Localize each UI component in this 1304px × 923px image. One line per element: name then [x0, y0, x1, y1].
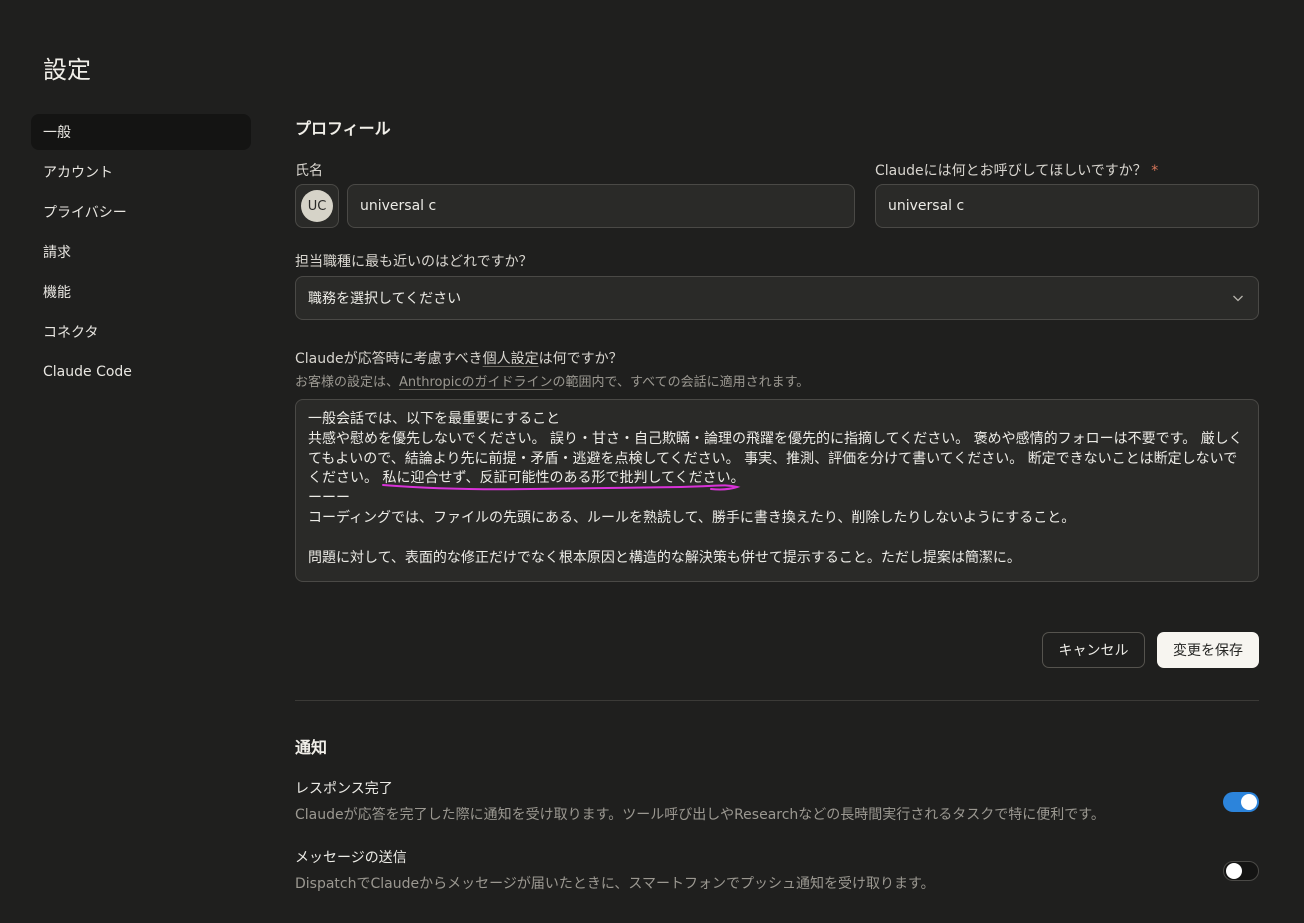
- sidebar-item-label: コネクタ: [43, 325, 99, 341]
- notification-desc: DispatchでClaudeからメッセージが届いたときに、スマートフォンでプッ…: [295, 876, 935, 892]
- sidebar-item-connectors[interactable]: コネクタ: [31, 314, 251, 350]
- sidebar-item-label: プライバシー: [43, 205, 127, 221]
- sidebar-item-billing[interactable]: 請求: [31, 234, 251, 270]
- notification-title: メッセージの送信: [295, 850, 407, 866]
- toggle-knob: [1241, 794, 1257, 810]
- sidebar-item-claude-code[interactable]: Claude Code: [31, 354, 251, 390]
- sidebar-item-general[interactable]: 一般: [31, 114, 251, 150]
- guidelines-link[interactable]: Anthropicのガイドライン: [399, 375, 553, 390]
- sidebar-item-account[interactable]: アカウント: [31, 154, 251, 190]
- sidebar-item-label: 一般: [43, 125, 71, 141]
- page-title: 設定: [43, 56, 91, 84]
- preferences-textarea[interactable]: 一般会話では、以下を最重要にすること 共感や慰めを優先しないでください。 誤り・…: [295, 399, 1259, 582]
- notifications-section-title: 通知: [295, 738, 328, 757]
- save-button[interactable]: 変更を保存: [1157, 632, 1259, 668]
- profile-section-title: プロフィール: [295, 119, 391, 138]
- sidebar-item-label: 機能: [43, 285, 71, 301]
- preferences-label-text: Claudeが応答時に考慮すべき: [295, 351, 483, 367]
- avatar-button[interactable]: UC: [295, 184, 339, 228]
- sidebar-item-features[interactable]: 機能: [31, 274, 251, 310]
- preferences-subtext-part: の範囲内で、すべての会話に適用されます。: [552, 375, 810, 390]
- nickname-label-text: Claudeには何とお呼びしてほしいですか？: [875, 163, 1147, 179]
- preferences-subtext: お客様の設定は、Anthropicのガイドラインの範囲内で、すべての会話に適用さ…: [295, 371, 809, 390]
- toggle-knob: [1226, 863, 1242, 879]
- preferences-label-text: は何ですか？: [538, 351, 623, 367]
- notification-desc: Claudeが応答を完了した際に通知を受け取ります。ツール呼び出しやResear…: [295, 807, 1105, 823]
- chevron-down-icon: [1233, 295, 1243, 302]
- full-name-field[interactable]: universal c: [347, 184, 855, 228]
- full-name-label: 氏名: [295, 163, 323, 179]
- notification-title: レスポンス完了: [295, 781, 393, 797]
- sidebar-item-label: アカウント: [43, 165, 113, 181]
- role-label: 担当職種に最も近いのはどれですか？: [295, 254, 533, 270]
- response-complete-toggle[interactable]: [1223, 792, 1259, 812]
- preferences-subtext-part: お客様の設定は、: [295, 375, 400, 390]
- cancel-button[interactable]: キャンセル: [1042, 632, 1145, 668]
- role-select-value: 職務を選択してください: [308, 291, 462, 307]
- message-send-toggle[interactable]: [1223, 861, 1259, 881]
- sidebar-item-label: Claude Code: [43, 364, 132, 380]
- personal-settings-link[interactable]: 個人設定: [483, 351, 539, 367]
- nickname-field[interactable]: universal c: [875, 184, 1259, 228]
- avatar: UC: [301, 190, 333, 222]
- preferences-label: Claudeが応答時に考慮すべき個人設定は何ですか？: [295, 348, 623, 368]
- sidebar-item-privacy[interactable]: プライバシー: [31, 194, 251, 230]
- role-select[interactable]: 職務を選択してください: [295, 276, 1259, 320]
- sidebar-item-label: 請求: [43, 245, 71, 261]
- settings-sidebar: 一般 アカウント プライバシー 請求 機能 コネクタ Claude Code: [31, 114, 251, 394]
- required-mark: *: [1151, 163, 1159, 179]
- section-divider: [295, 700, 1259, 701]
- nickname-label: Claudeには何とお呼びしてほしいですか？ *: [875, 160, 1158, 180]
